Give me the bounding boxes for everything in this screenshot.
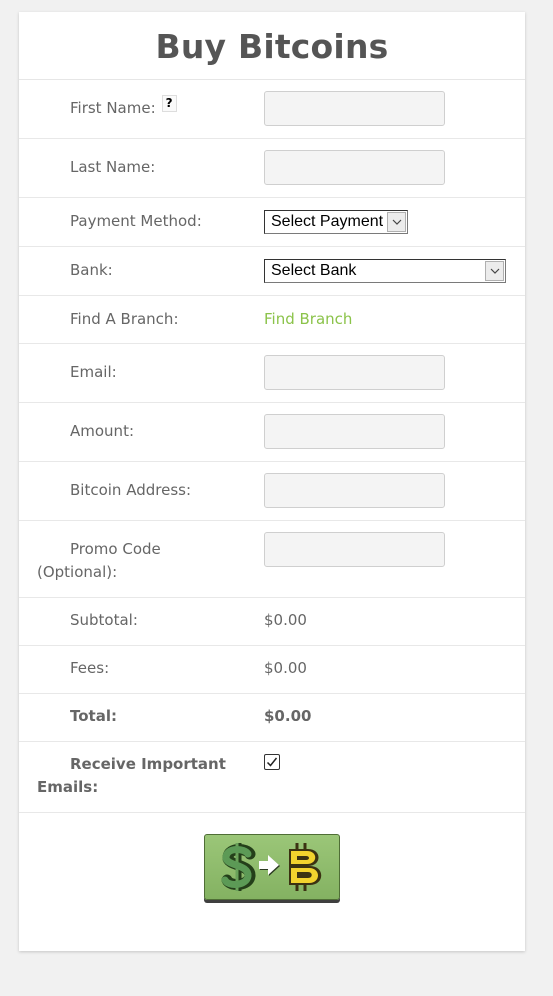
- first-name-row: First Name:?: [19, 80, 525, 139]
- last-name-input[interactable]: [264, 150, 445, 185]
- payment-method-value: Select Payment: [271, 213, 384, 230]
- receive-emails-label: Receive Important Emails:: [37, 755, 226, 796]
- find-branch-label: Find A Branch:: [70, 310, 179, 328]
- fees-label: Fees:: [70, 659, 110, 677]
- payment-method-row: Payment Method: Select Payment: [19, 198, 525, 247]
- bitcoin-address-label: Bitcoin Address:: [70, 481, 191, 499]
- checkmark-icon: [266, 757, 278, 767]
- receive-emails-checkbox[interactable]: [264, 754, 280, 770]
- promo-code-row: Promo Code (Optional):: [19, 521, 525, 598]
- first-name-label-wrap: First Name:?: [37, 95, 227, 120]
- total-label: Total:: [70, 707, 117, 725]
- last-name-row: Last Name:: [19, 139, 525, 198]
- email-input[interactable]: [264, 355, 445, 390]
- promo-code-label: Promo Code (Optional):: [37, 540, 161, 581]
- bank-row: Bank: Select Bank: [19, 247, 525, 296]
- find-branch-link[interactable]: Find Branch: [264, 308, 352, 331]
- payment-method-label: Payment Method:: [70, 212, 202, 230]
- total-row: Total: $0.00: [19, 694, 525, 742]
- subtotal-label: Subtotal:: [70, 611, 138, 629]
- last-name-label: Last Name:: [70, 158, 156, 176]
- buy-bitcoins-card: Buy Bitcoins First Name:? Last Name: Pay…: [19, 12, 525, 951]
- amount-label: Amount:: [70, 422, 134, 440]
- bitcoin-address-input[interactable]: [264, 473, 445, 508]
- subtotal-row: Subtotal: $0.00: [19, 598, 525, 646]
- amount-input[interactable]: [264, 414, 445, 449]
- promo-code-input[interactable]: [264, 532, 445, 567]
- chevron-down-icon: [485, 261, 504, 281]
- receive-emails-row: Receive Important Emails:: [19, 742, 525, 813]
- dollar-to-bitcoin-icon: [221, 843, 322, 891]
- bank-label: Bank:: [70, 261, 113, 279]
- buy-bitcoin-button[interactable]: [204, 834, 340, 900]
- email-label: Email:: [70, 363, 117, 381]
- fees-row: Fees: $0.00: [19, 646, 525, 694]
- chevron-down-icon: [387, 212, 406, 232]
- fees-value: $0.00: [264, 659, 307, 677]
- find-branch-row: Find A Branch: Find Branch: [19, 296, 525, 344]
- bank-value: Select Bank: [271, 262, 357, 279]
- subtotal-value: $0.00: [264, 611, 307, 629]
- total-value: $0.00: [264, 707, 312, 725]
- first-name-input[interactable]: [264, 91, 445, 126]
- amount-row: Amount:: [19, 403, 525, 462]
- bank-select[interactable]: Select Bank: [264, 259, 506, 283]
- help-icon[interactable]: ?: [161, 95, 177, 112]
- page-title: Buy Bitcoins: [19, 12, 525, 80]
- first-name-label: First Name:: [70, 99, 156, 117]
- payment-method-select[interactable]: Select Payment: [264, 210, 408, 234]
- email-row: Email:: [19, 344, 525, 403]
- bitcoin-address-row: Bitcoin Address:: [19, 462, 525, 521]
